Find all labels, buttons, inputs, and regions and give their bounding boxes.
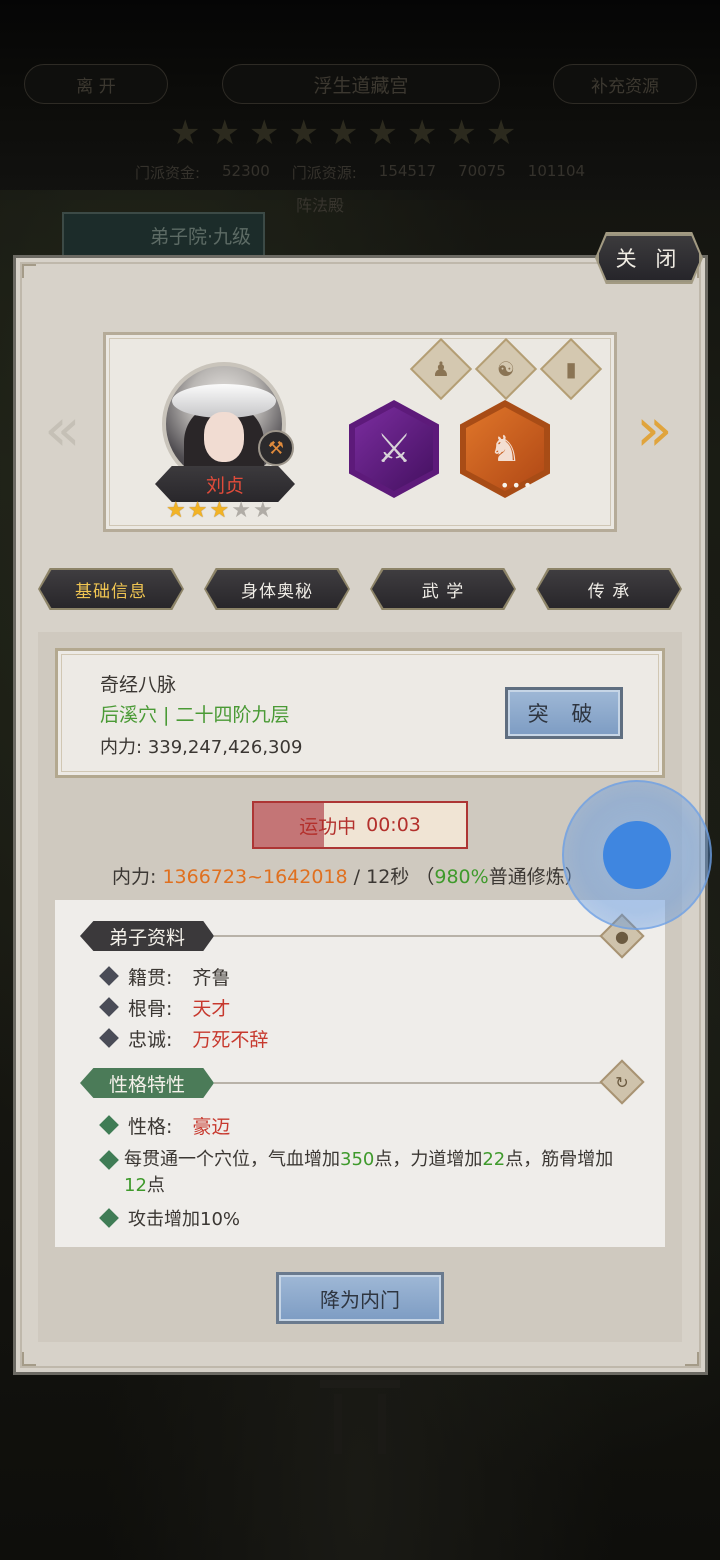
personality-value: 豪迈: [192, 1116, 231, 1138]
trait-effect-2: 攻击增加10%: [128, 1209, 241, 1230]
diamond-bullet-icon: [99, 1208, 119, 1228]
power-value: 339,247,426,309: [147, 737, 303, 758]
cultivation-progress: 运功中 00:03: [252, 801, 468, 849]
star-icon: ★: [209, 113, 240, 153]
section-divider: [214, 1082, 604, 1084]
star-icon: ★: [327, 113, 359, 153]
trait-effect-2-row: 攻击增加10%: [99, 1205, 241, 1231]
star-icon: ★: [288, 113, 319, 153]
avatar-face: [204, 412, 244, 462]
effect-text: 点: [146, 1175, 165, 1196]
materials-value: 154517: [378, 162, 437, 180]
effect-number: 12: [124, 1175, 147, 1196]
star-icon: ★: [446, 113, 477, 153]
swirl-icon[interactable]: ↻: [606, 1066, 638, 1098]
tab-body-secrets[interactable]: 身体奥秘: [206, 570, 348, 608]
power-gain-paren: （: [415, 866, 435, 888]
next-character-arrow-icon[interactable]: »: [636, 400, 673, 460]
funds-label: 门派资金:: [134, 164, 201, 182]
traits-section-title: 性格特性: [80, 1068, 214, 1098]
effect-text: 每贯通一个穴位，气血增加: [124, 1149, 340, 1170]
effect-number: 22: [482, 1149, 506, 1170]
meridian-title: 奇经八脉: [100, 674, 177, 696]
hall-tag: 弟子院·九级: [62, 212, 265, 258]
meridian-level: 后溪穴 | 二十四阶九层: [100, 704, 290, 726]
resource-2-value: 70075: [458, 162, 506, 180]
diamond-bullet-icon: [99, 997, 119, 1017]
corner-ornament: [22, 1352, 36, 1366]
star-icon: ★: [485, 113, 517, 153]
trait-effect-1: 每贯通一个穴位，气血增加350点，力道增加22点，筋骨增加 12点: [124, 1147, 624, 1199]
aptitude-label: 根骨:: [128, 998, 173, 1020]
personality-label: 性格:: [128, 1116, 173, 1138]
more-dots-icon: •••: [500, 476, 535, 495]
power-gain-line: 内力: 1366723~1642018 / 12秒 （980%普通修炼）: [112, 862, 584, 889]
personality-row: 性格: 豪迈: [99, 1112, 231, 1139]
cultivation-timer: 00:03: [366, 814, 421, 836]
power-gain-rate: 980%: [434, 866, 489, 888]
gate-silhouette: [320, 1380, 400, 1454]
effect-text: 点，力道增加: [374, 1149, 483, 1170]
star-filled-icon: ★: [209, 498, 230, 523]
prev-character-arrow-icon[interactable]: «: [44, 400, 81, 460]
character-name: 刘贞: [155, 466, 295, 502]
star-empty-icon: ★: [252, 498, 273, 523]
aptitude-row: 根骨: 天才: [99, 994, 231, 1021]
corner-ornament: [22, 264, 36, 278]
star-icon: ★: [248, 113, 280, 153]
loyalty-row: 忠诚: 万死不辞: [99, 1025, 269, 1052]
profile-section-title: 弟子资料: [80, 921, 214, 951]
breakthrough-button[interactable]: 突 破: [505, 687, 623, 739]
loyalty-value: 万死不辞: [192, 1029, 269, 1051]
meridian-power: 内力: 339,247,426,309: [100, 733, 302, 759]
origin-value: 齐鲁: [192, 967, 231, 989]
leave-button: 离 开: [24, 64, 168, 104]
progress-text: 运功中 00:03: [254, 803, 466, 847]
power-gain-label: 内力:: [112, 866, 157, 888]
diamond-bullet-icon: [99, 1115, 119, 1135]
resource-3-value: 101104: [527, 162, 586, 180]
tab-inheritance[interactable]: 传 承: [538, 570, 680, 608]
origin-row: 籍贯: 齐鲁: [99, 963, 231, 990]
power-gain-period: / 12秒: [353, 866, 410, 888]
star-icon: ★: [367, 113, 398, 153]
effect-text: 点，筋骨增加: [505, 1149, 614, 1170]
scroll-icon[interactable]: ▮: [549, 347, 593, 391]
diamond-bullet-icon: [99, 966, 119, 986]
materials-label: 门派资源:: [291, 164, 357, 182]
yin-yang-icon[interactable]: ☯: [484, 347, 528, 391]
character-stars: ★ ★ ★ ★ ★: [166, 498, 273, 524]
touch-indicator-dot: [603, 821, 671, 889]
palace-stars: ★ ★ ★ ★ ★ ★ ★ ★ ★: [170, 114, 516, 152]
loyalty-label: 忠诚:: [128, 1029, 173, 1051]
power-gain-range: 1366723~1642018: [162, 866, 348, 888]
tab-martial-arts[interactable]: 武 学: [372, 570, 514, 608]
demote-button[interactable]: 降为内门: [276, 1272, 444, 1324]
building-label: 阵法殿: [296, 196, 345, 215]
close-button[interactable]: 关 闭: [597, 234, 701, 282]
cultivation-status: 运功中: [299, 815, 357, 838]
star-icon: ★: [406, 113, 438, 153]
corner-ornament: [685, 1352, 699, 1366]
funds-value: 52300: [222, 162, 270, 180]
section-divider: [214, 935, 604, 937]
star-empty-icon: ★: [231, 498, 251, 523]
star-filled-icon: ★: [187, 498, 208, 523]
resource-bar: 门派资金: 52300 门派资源: 154517 70075 101104: [0, 162, 720, 183]
power-label: 内力:: [100, 737, 143, 758]
palace-title: 浮生道藏宫: [222, 64, 500, 104]
star-icon: ★: [170, 113, 201, 153]
tab-basic-info[interactable]: 基础信息: [40, 570, 182, 608]
class-badge-icon: ⚒: [258, 430, 294, 466]
supply-button: 补充资源: [553, 64, 697, 104]
diamond-bullet-icon: [99, 1028, 119, 1048]
aptitude-value: 天才: [192, 998, 231, 1020]
origin-label: 籍贯:: [128, 967, 173, 989]
figure-icon[interactable]: ♟: [419, 347, 463, 391]
star-filled-icon: ★: [166, 498, 186, 523]
effect-number: 350: [340, 1149, 375, 1170]
